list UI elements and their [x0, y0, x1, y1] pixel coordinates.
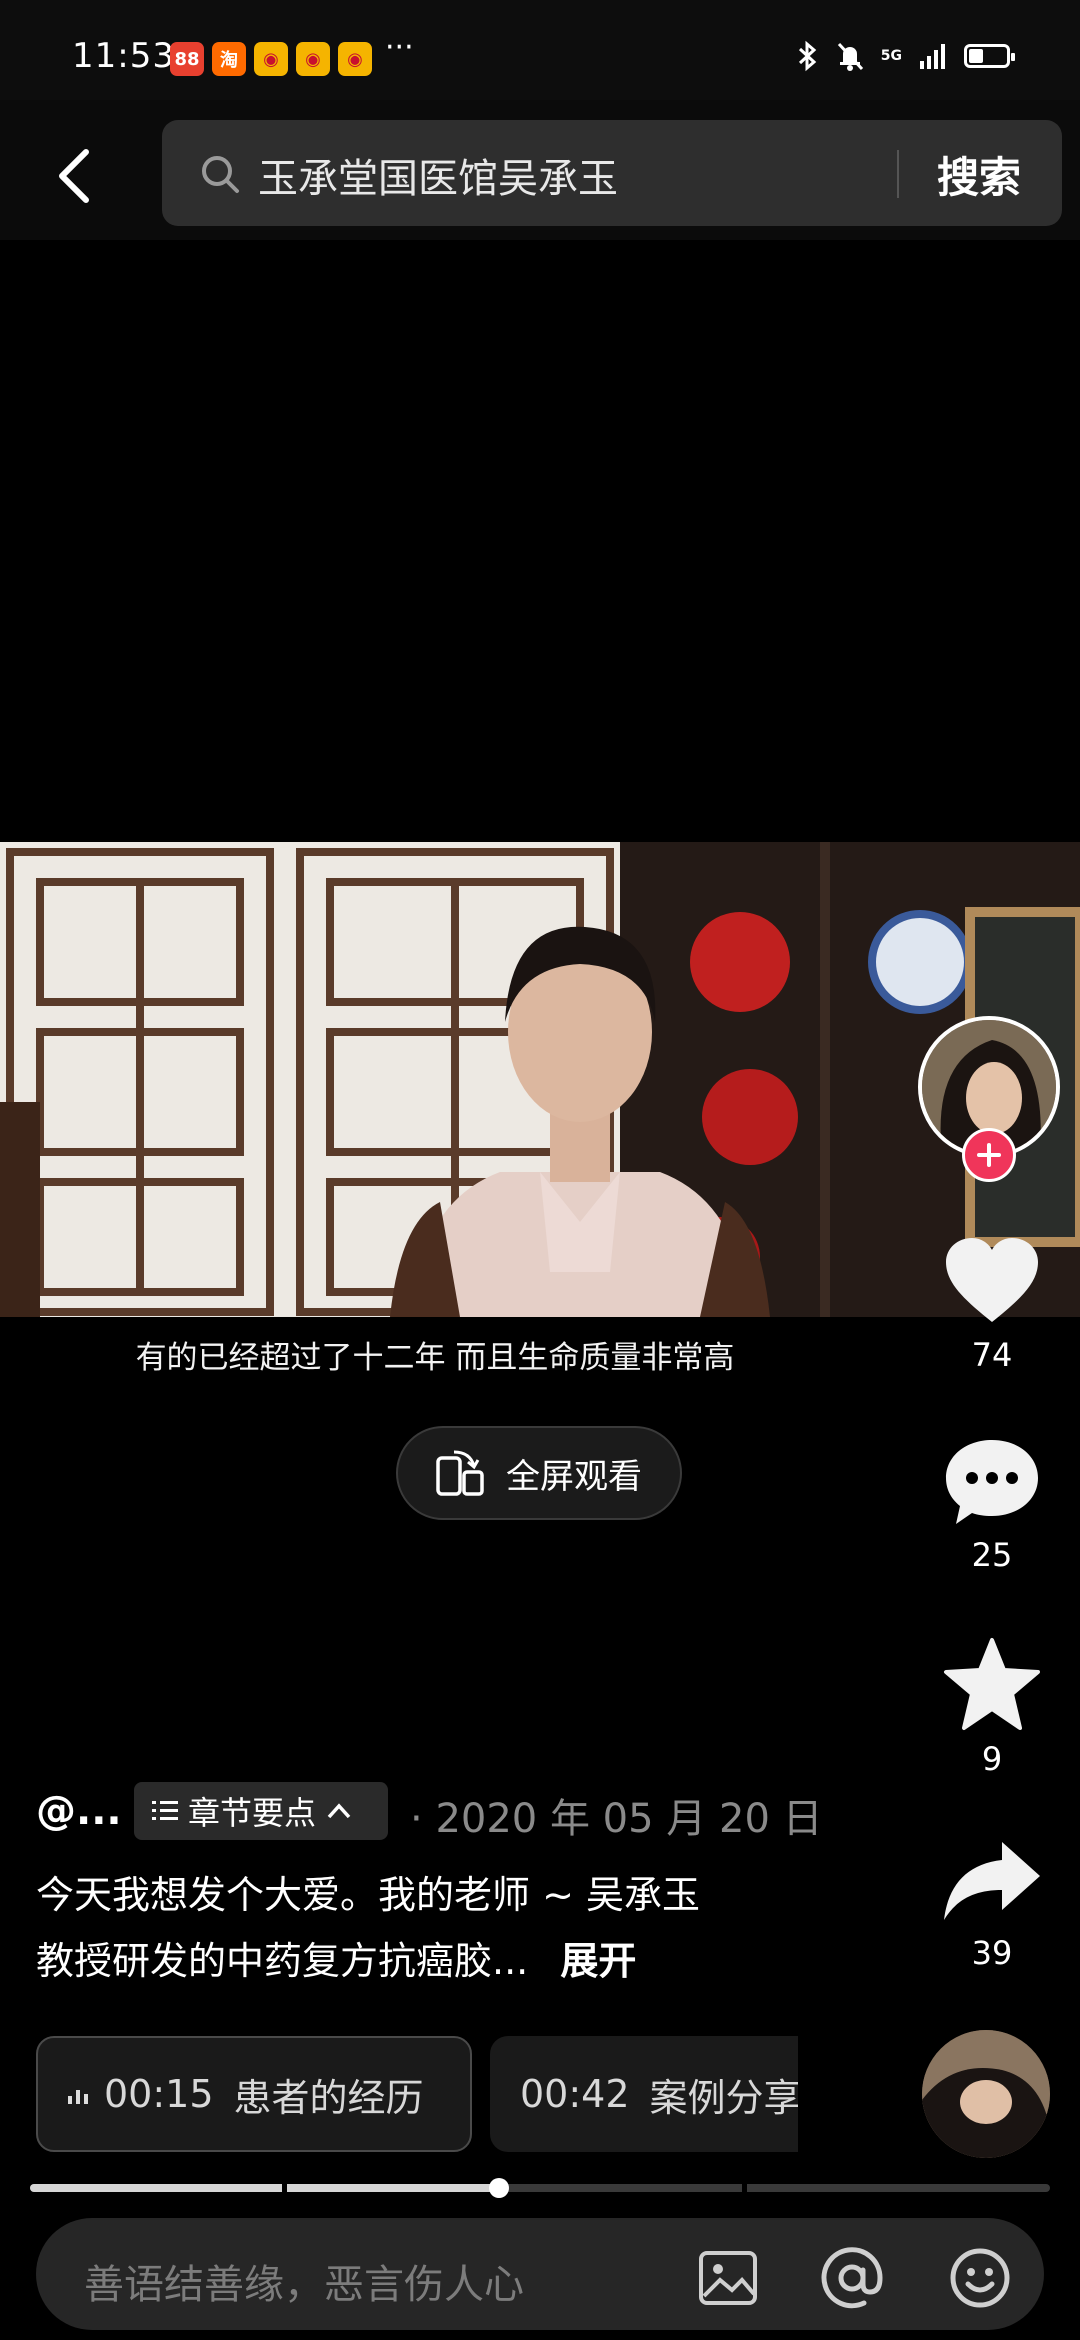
chapter-highlights-tag[interactable]: 章节要点	[134, 1782, 388, 1840]
comment-count: 25	[971, 1536, 1013, 1574]
battery-icon	[964, 44, 1015, 68]
plus-icon	[977, 1143, 1001, 1167]
chapter-tag-label: 章节要点	[188, 1794, 317, 1832]
progress-handle[interactable]	[489, 2178, 510, 2198]
list-icon	[152, 1801, 178, 1820]
fullscreen-label: 全屏观看	[506, 1456, 642, 1497]
weibo-icon-1: ◉	[254, 42, 288, 76]
rotate-phone-icon	[436, 1450, 484, 1496]
chapter-marker-1	[282, 2184, 287, 2192]
publish-date: · 2020 年 05 月 20 日	[410, 1786, 823, 1844]
share-count: 39	[971, 1934, 1013, 1972]
bluetooth-icon	[798, 40, 817, 72]
video-subtitle: 有的已经超过了十二年 而且生命质量非常高	[135, 1340, 735, 1376]
chapter-1-title: 患者的经历	[233, 2075, 424, 2120]
search-divider	[897, 150, 899, 198]
chapter-2-time: 00:42	[520, 2072, 630, 2116]
status-time: 11:53	[72, 36, 175, 76]
comment-bubble-icon[interactable]	[942, 1436, 1042, 1528]
network-label: 5G	[880, 48, 902, 64]
presenter-figure	[390, 926, 770, 1317]
signal-icon	[920, 44, 945, 69]
status-bar: 11:53 88 淘 ◉ ◉ ◉ ··· 5G	[0, 0, 1080, 100]
comment-bar[interactable]: 善语结善缘，恶言伤人心	[36, 2218, 1044, 2330]
comment-input[interactable]: 善语结善缘，恶言伤人心	[84, 2252, 524, 2310]
fullscreen-button[interactable]: 全屏观看	[396, 1426, 682, 1520]
chapter-marker-2	[742, 2184, 747, 2192]
search-button[interactable]: 搜索	[937, 144, 1021, 205]
music-disc-avatar[interactable]	[922, 2030, 1050, 2158]
audio-wave-icon	[68, 2090, 88, 2104]
search-bar[interactable]: 玉承堂国医馆吴承玉 搜索	[162, 120, 1062, 226]
favorite-star-icon[interactable]	[942, 1636, 1042, 1732]
mute-bell-icon	[837, 42, 863, 71]
emoji-icon[interactable]	[948, 2246, 1012, 2310]
favorite-count: 9	[981, 1740, 1003, 1778]
mention-at-icon[interactable]	[820, 2246, 884, 2310]
video-description: 今天我想发个大爱。我的老师 ~ 吴承玉 教授研发的中药复方抗癌胶... 展开	[36, 1862, 826, 1994]
taobao-icon: 淘	[212, 42, 246, 76]
chapter-card-2[interactable]: 00:42 案例分享	[490, 2036, 798, 2152]
chapter-card-1[interactable]: 00:15 患者的经历	[36, 2036, 472, 2152]
chapter-1-time: 00:15	[104, 2072, 214, 2116]
video-progress-bar[interactable]	[30, 2178, 1050, 2198]
progress-played	[30, 2184, 500, 2192]
description-line-2: 教授研发的中药复方抗癌胶...	[36, 1939, 529, 1983]
date-value: 2020 年 05 月 20 日	[435, 1796, 823, 1842]
battery-level	[969, 49, 984, 63]
search-input[interactable]: 玉承堂国医馆吴承玉	[258, 146, 618, 204]
chevron-up-icon	[327, 1803, 351, 1819]
weibo-icon-2: ◉	[296, 42, 330, 76]
weibo-icon-3: ◉	[338, 42, 372, 76]
status-more-icon: ···	[385, 30, 414, 65]
notification-icons: 88 淘 ◉ ◉ ◉	[170, 42, 372, 76]
image-icon[interactable]	[698, 2250, 758, 2306]
search-icon	[202, 156, 239, 193]
like-count: 74	[971, 1336, 1013, 1374]
back-arrow-icon[interactable]	[54, 146, 94, 206]
author-handle[interactable]: @...	[36, 1788, 122, 1834]
share-arrow-icon[interactable]	[942, 1838, 1042, 1924]
app-icon-1: 88	[170, 42, 204, 76]
follow-button[interactable]	[962, 1128, 1016, 1182]
expand-button[interactable]: 展开	[560, 1939, 636, 1983]
date-separator: ·	[410, 1796, 423, 1842]
system-indicators: 5G	[797, 40, 1015, 72]
chapter-2-title: 案例分享	[649, 2075, 798, 2120]
like-heart-icon[interactable]	[942, 1236, 1042, 1326]
description-line-1: 今天我想发个大爱。我的老师 ~ 吴承玉	[36, 1873, 700, 1917]
